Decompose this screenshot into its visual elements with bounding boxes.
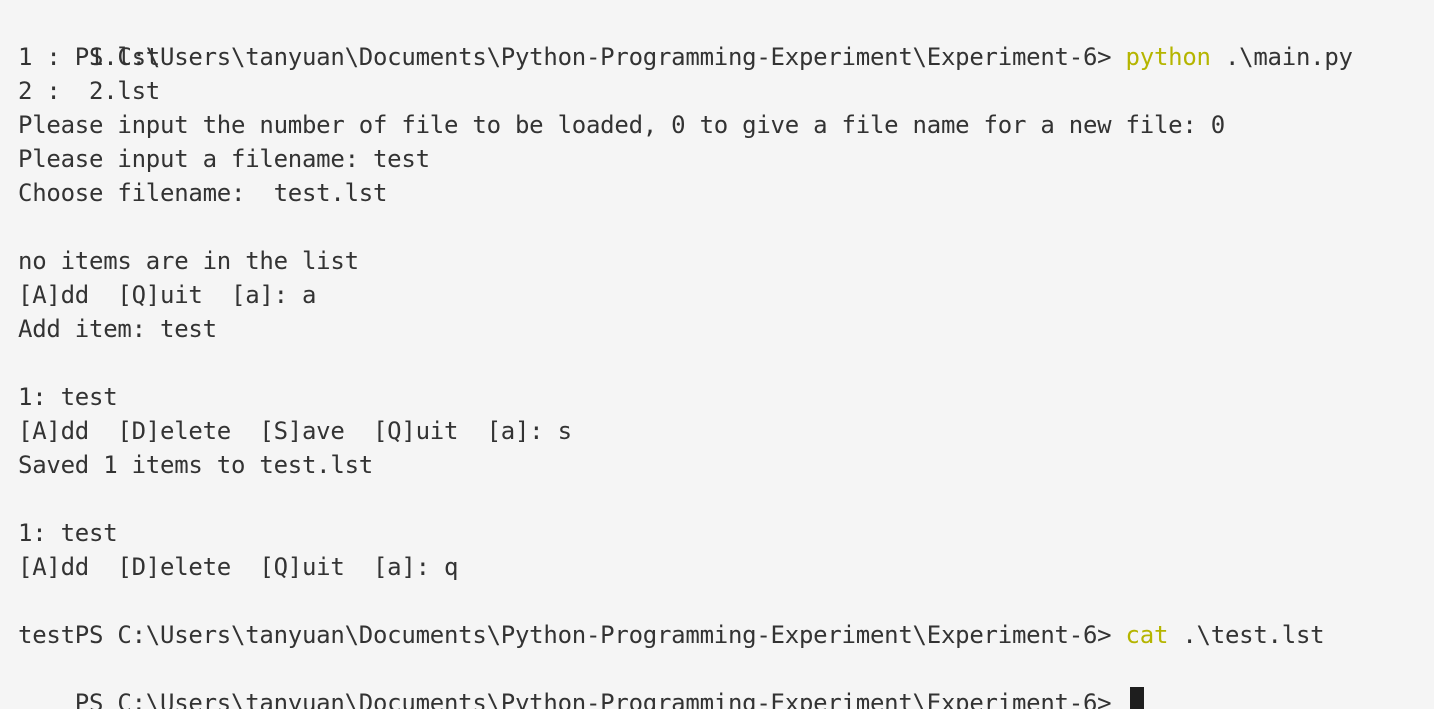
command-argument: .\test.lst <box>1168 621 1325 649</box>
output-line: Please input a filename: test <box>18 145 430 173</box>
command-line-cat: PS C:\Users\tanyuan\Documents\Python-Pro… <box>18 584 1434 649</box>
command-argument: .\main.py <box>1210 43 1353 71</box>
prompt: PS C:\Users\tanyuan\Documents\Python-Pro… <box>74 43 1126 71</box>
output-line: 1: test <box>18 383 118 411</box>
prompt: PS C:\Users\tanyuan\Documents\Python-Pro… <box>74 621 1126 649</box>
output-line: 1: test <box>18 519 118 547</box>
output-line: 2 : 2.lst <box>18 77 160 105</box>
command-name: python <box>1125 43 1211 71</box>
output-line: Add item: test <box>18 315 217 343</box>
output-line: no items are in the list <box>18 247 359 275</box>
command-line-python: PS C:\Users\tanyuan\Documents\Python-Pro… <box>18 6 1434 71</box>
output-line: Choose filename: test.lst <box>18 179 388 207</box>
text-cursor[interactable] <box>1129 687 1144 709</box>
output-line: [A]dd [Q]uit [a]: a <box>18 281 317 309</box>
active-prompt-line[interactable]: PS C:\Users\tanyuan\Documents\Python-Pro… <box>18 652 1434 709</box>
terminal-window[interactable]: PS C:\Users\tanyuan\Documents\Python-Pro… <box>0 0 1434 709</box>
output-line: [A]dd [D]elete [Q]uit [a]: q <box>18 553 459 581</box>
output-line: Saved 1 items to test.lst <box>18 451 373 479</box>
output-line: [A]dd [D]elete [S]ave [Q]uit [a]: s <box>18 417 572 445</box>
command-name: cat <box>1125 621 1169 649</box>
output-line: Please input the number of file to be lo… <box>18 111 1225 139</box>
prompt: PS C:\Users\tanyuan\Documents\Python-Pro… <box>74 689 1126 709</box>
